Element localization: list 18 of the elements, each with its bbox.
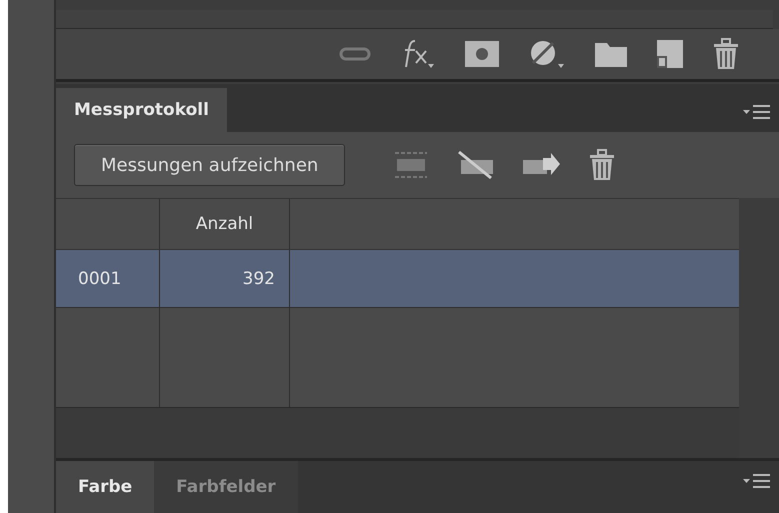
panel-menu-icon[interactable] — [743, 104, 771, 120]
mask-icon[interactable] — [465, 41, 499, 67]
delete-marker-icon[interactable] — [457, 150, 496, 180]
panel-menu-icon[interactable] — [743, 473, 771, 489]
adjustment-icon[interactable] — [529, 39, 565, 69]
folder-icon[interactable] — [595, 41, 627, 67]
column-header: Anzahl — [196, 214, 254, 234]
panel-tab[interactable]: Farbe — [56, 461, 154, 513]
trash-icon[interactable] — [713, 38, 739, 70]
record-measurements-button[interactable]: Messungen aufzeichnen — [74, 144, 346, 186]
new-layer-icon[interactable] — [657, 40, 683, 68]
scale-marker-icon[interactable] — [393, 151, 430, 179]
table-cell: 392 — [242, 268, 275, 288]
panel-tab[interactable]: Messprotokoll — [56, 88, 227, 132]
trash-icon[interactable] — [589, 149, 616, 181]
table-cell: 0001 — [78, 268, 122, 288]
panel-tab[interactable]: Farbfelder — [154, 461, 298, 513]
table-row[interactable]: 0001 392 — [56, 250, 739, 308]
